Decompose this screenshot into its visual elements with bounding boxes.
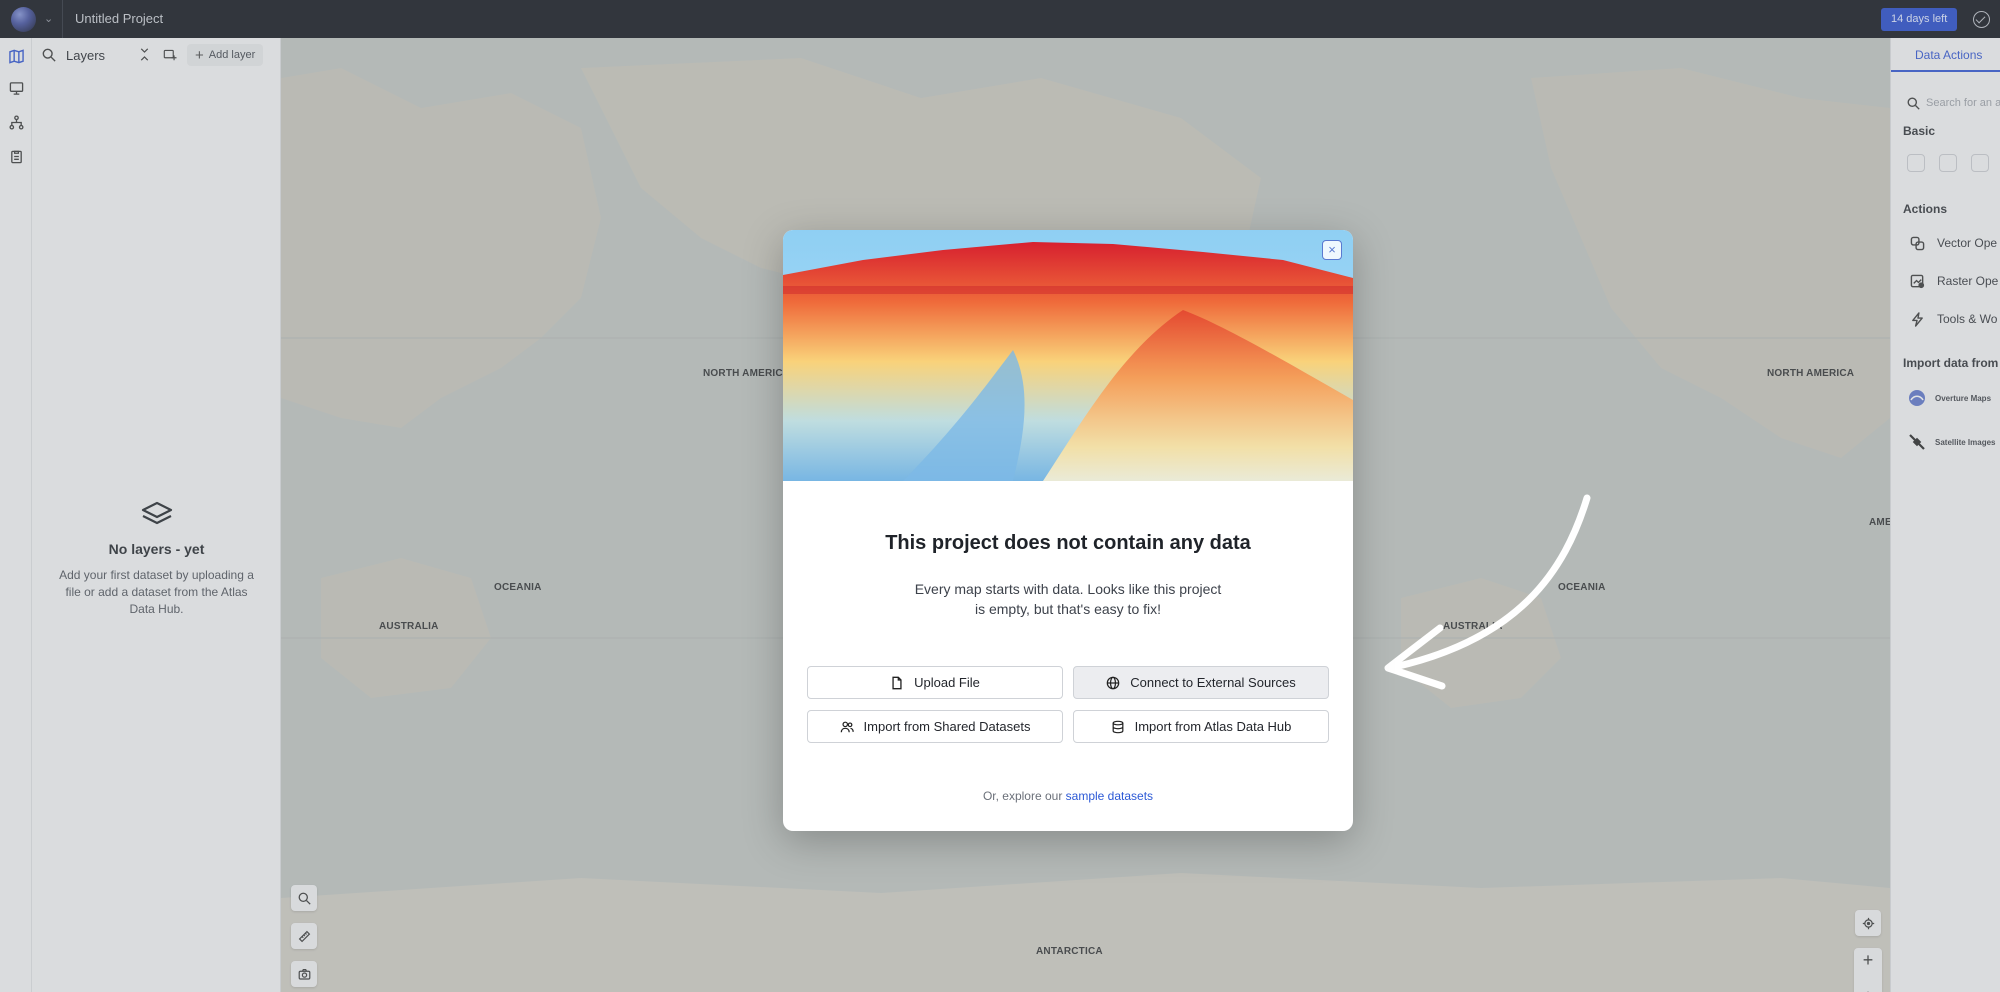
import-atlas-hub-label: Import from Atlas Data Hub <box>1134 719 1292 734</box>
import-atlas-hub-button[interactable]: Import from Atlas Data Hub <box>1073 710 1329 743</box>
pointer-arrow-icon <box>1384 494 1591 690</box>
close-modal-button[interactable]: × <box>1322 240 1342 260</box>
empty-project-modal: × This project does not contain any data… <box>783 230 1353 831</box>
import-shared-button[interactable]: Import from Shared Datasets <box>807 710 1063 743</box>
terrain-hero-image <box>783 230 1353 481</box>
database-icon <box>1112 720 1124 733</box>
modal-description: Every map starts with data. Looks like t… <box>914 581 1222 617</box>
users-icon <box>840 721 854 732</box>
globe-icon <box>1106 676 1120 689</box>
modal-title: This project does not contain any data <box>885 532 1251 554</box>
connect-external-button[interactable]: Connect to External Sources <box>1073 666 1329 699</box>
sample-datasets-link[interactable]: sample datasets <box>1066 789 1153 803</box>
footer-prefix: Or, explore our <box>982 789 1066 803</box>
upload-file-label: Upload File <box>914 675 980 690</box>
upload-file-button[interactable]: Upload File <box>807 666 1063 699</box>
import-shared-label: Import from Shared Datasets <box>863 719 1031 734</box>
connect-external-label: Connect to External Sources <box>1130 675 1296 690</box>
modal-footer: Or, explore our sample datasets <box>783 789 1353 803</box>
file-icon <box>892 676 902 689</box>
